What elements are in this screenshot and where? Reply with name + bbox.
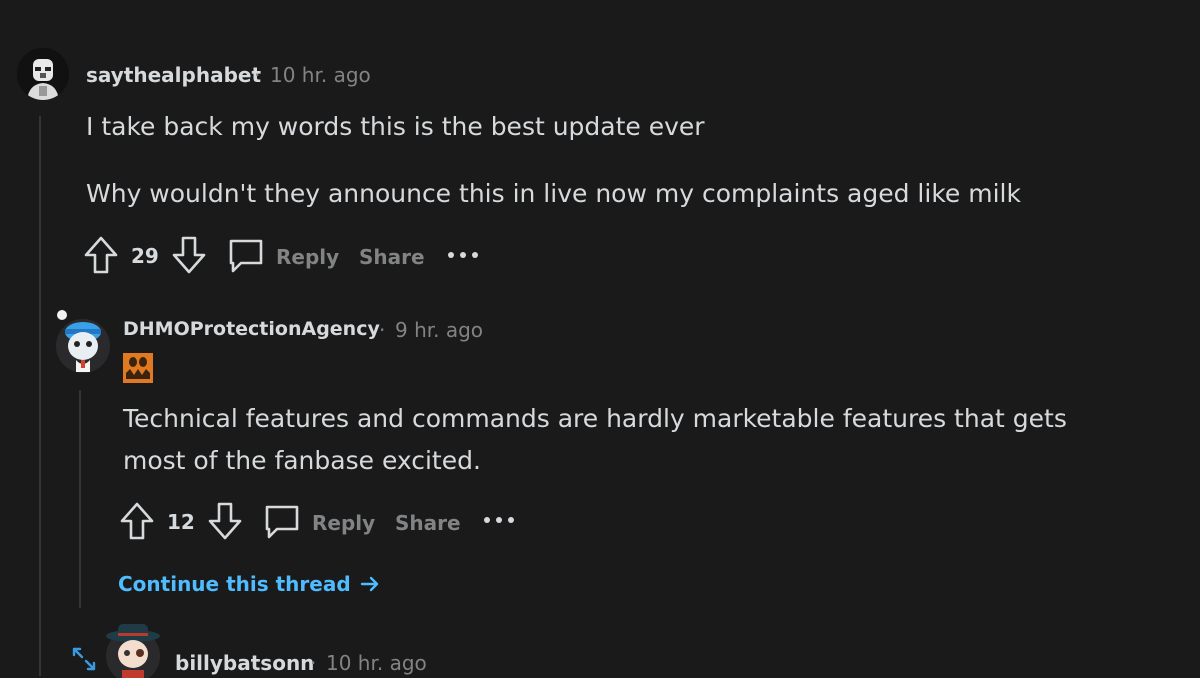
vote-count: 12 [167,510,195,534]
thread-line-comment-2[interactable] [79,390,81,608]
comment-bubble-icon[interactable] [263,503,301,541]
reply-button[interactable]: Reply [276,245,339,269]
avatar[interactable] [17,48,69,100]
username[interactable]: billybatsonn [175,651,314,675]
arrow-right-icon [360,576,378,592]
meta-separator: · [379,318,386,342]
upvote-icon[interactable] [83,235,119,275]
flair-icon [123,353,153,383]
username[interactable]: saythealphabet [86,63,261,87]
vote-count: 29 [131,244,159,268]
comment-paragraph: Technical features and commands are hard… [123,404,1067,475]
continue-thread-link[interactable]: Continue this thread [118,572,380,596]
more-options-icon[interactable] [446,248,480,262]
avatar[interactable] [56,310,110,374]
comment-paragraph: I take back my words this is the best up… [86,112,705,141]
timestamp[interactable]: 10 hr. ago [270,63,371,87]
comment-bubble-icon[interactable] [227,237,265,275]
thread-line-comment-1[interactable] [39,116,41,676]
continue-thread-label: Continue this thread [118,572,351,596]
downvote-icon[interactable] [207,501,243,541]
downvote-icon[interactable] [171,235,207,275]
meta-separator: · [254,63,261,87]
timestamp[interactable]: 10 hr. ago [326,651,427,675]
expand-icon[interactable] [71,646,97,672]
avatar[interactable] [104,620,162,678]
timestamp[interactable]: 9 hr. ago [395,318,483,342]
share-button[interactable]: Share [359,245,425,269]
share-button[interactable]: Share [395,511,461,535]
upvote-icon[interactable] [119,501,155,541]
reply-button[interactable]: Reply [312,511,375,535]
username[interactable]: DHMOProtectionAgency [123,318,380,340]
comment-paragraph: Why wouldn't they announce this in live … [86,179,1021,208]
more-options-icon[interactable] [482,513,516,527]
meta-separator: · [310,651,317,675]
